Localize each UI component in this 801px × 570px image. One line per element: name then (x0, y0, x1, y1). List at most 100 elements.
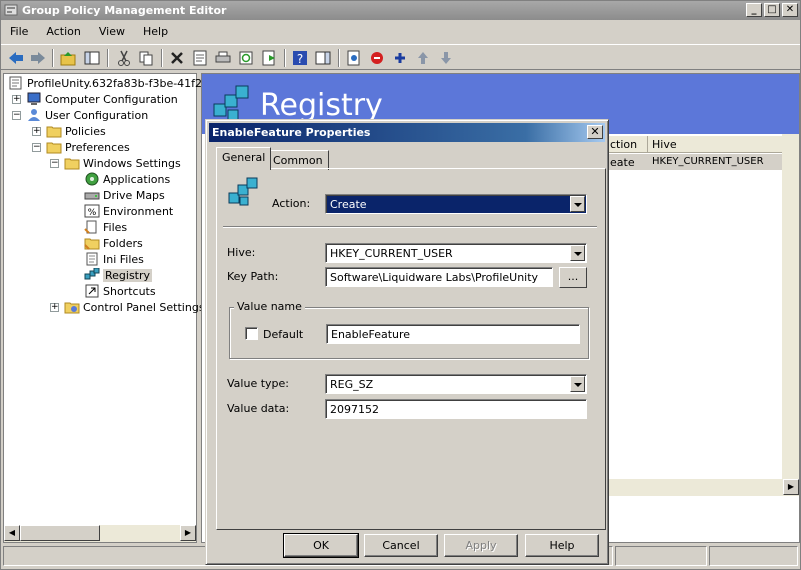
tree-root[interactable]: ProfileUnity.632fa83b-f3be-41f2-b (8, 75, 213, 91)
value-data-input[interactable]: 2097152 (325, 399, 587, 419)
close-icon: ✕ (785, 4, 795, 15)
help-icon[interactable]: ? (291, 49, 309, 67)
expand-policies[interactable]: + (32, 127, 41, 136)
tab-general[interactable]: General (216, 147, 272, 170)
tree-environment[interactable]: % Environment (84, 203, 173, 219)
environment-icon: % (84, 204, 100, 218)
properties-icon[interactable] (191, 49, 209, 67)
status-segment (709, 546, 798, 566)
forward-icon[interactable] (29, 49, 47, 67)
scroll-left-button[interactable]: ◀ (4, 525, 20, 541)
value-type-select[interactable]: REG_SZ (325, 374, 587, 394)
registry-icon (84, 268, 100, 280)
ini-icon (86, 252, 98, 266)
back-icon[interactable] (7, 49, 25, 67)
registry-item-icon (228, 177, 258, 206)
tree-preferences[interactable]: Preferences (46, 139, 130, 155)
copy-icon[interactable] (137, 49, 155, 67)
ok-button[interactable]: OK (283, 533, 359, 558)
move-up-icon[interactable] (414, 49, 432, 67)
window-title: Group Policy Management Editor (22, 4, 227, 17)
status-segment (615, 546, 707, 566)
banner-title: Registry (260, 88, 383, 123)
dialog-close-button[interactable]: ✕ (587, 125, 603, 139)
menu-view[interactable]: View (90, 22, 134, 42)
general-tab-panel: Action: Create Hive: HKEY_CURRENT_USER K… (216, 168, 606, 530)
new-item-icon[interactable] (345, 49, 363, 67)
scroll-right-button[interactable]: ▶ (180, 525, 196, 541)
cancel-button[interactable]: Cancel (364, 534, 438, 557)
properties-dialog: EnableFeature Properties ✕ General Commo… (205, 119, 609, 565)
stop-icon[interactable] (368, 49, 386, 67)
tree-horizontal-scrollbar[interactable]: ◀ ▶ (4, 525, 196, 542)
browse-button[interactable]: ... (559, 267, 587, 288)
collapse-windows-settings[interactable]: − (50, 159, 59, 168)
apply-button[interactable]: Apply (444, 534, 518, 557)
tree-files[interactable]: Files (84, 219, 127, 235)
tree-windows-settings[interactable]: Windows Settings (64, 155, 181, 171)
tree-user-configuration[interactable]: User Configuration (26, 107, 148, 123)
chevron-down-icon[interactable] (570, 376, 585, 392)
tree-policies[interactable]: Policies (46, 123, 106, 139)
scroll-thumb[interactable] (20, 525, 100, 541)
folder-icon (46, 142, 62, 154)
show-hide-tree-icon[interactable] (83, 49, 101, 67)
action-select[interactable]: Create (325, 194, 587, 214)
folder-icon (64, 158, 80, 170)
add-icon[interactable] (391, 49, 409, 67)
registry-list[interactable]: ction Hive eate HKEY_CURRENT_USER (602, 134, 785, 479)
shortcut-icon (85, 284, 99, 298)
refresh-icon[interactable] (237, 49, 255, 67)
tree-drive-maps[interactable]: Drive Maps (84, 187, 165, 203)
default-checkbox[interactable] (245, 327, 258, 340)
folders-icon (84, 238, 100, 250)
expand-control-panel-settings[interactable]: + (50, 303, 59, 312)
menu-bar: File Action View Help (1, 22, 177, 42)
cut-icon[interactable] (115, 49, 133, 67)
collapse-preferences[interactable]: − (32, 143, 41, 152)
tree-folders[interactable]: Folders (84, 235, 143, 251)
expand-computer-configuration[interactable]: + (12, 95, 21, 104)
tree-ini-files[interactable]: Ini Files (84, 251, 144, 267)
title-bar[interactable]: Group Policy Management Editor _ □ ✕ (1, 1, 800, 20)
computer-icon (27, 92, 41, 105)
tree-registry[interactable]: Registry (84, 267, 153, 283)
tree-computer-configuration[interactable]: Computer Configuration (26, 91, 178, 107)
menu-file[interactable]: File (1, 22, 37, 42)
delete-icon[interactable] (168, 49, 186, 67)
value-name-input[interactable]: EnableFeature (326, 324, 580, 344)
gpo-editor-icon (4, 4, 18, 16)
details-vertical-scrollbar[interactable] (782, 134, 799, 492)
row-action-cell[interactable]: eate (606, 154, 648, 170)
chevron-down-icon[interactable] (570, 196, 585, 212)
hive-select[interactable]: HKEY_CURRENT_USER (325, 243, 587, 263)
scroll-right-button[interactable]: ▶ (783, 479, 799, 495)
console-tree[interactable]: ProfileUnity.632fa83b-f3be-41f2-b + Comp… (3, 73, 213, 543)
tab-common[interactable]: Common (267, 150, 329, 170)
minimize-button[interactable]: _ (746, 3, 762, 17)
show-hide-action-pane-icon[interactable] (314, 49, 332, 67)
value-name-group: Value name Default EnableFeature (229, 300, 589, 359)
keypath-input[interactable]: Software\Liquidware Labs\ProfileUnity (325, 267, 553, 287)
maximize-button[interactable]: □ (764, 3, 780, 17)
close-button[interactable]: ✕ (782, 3, 798, 17)
tree-applications[interactable]: Applications (84, 171, 170, 187)
tree-control-panel-settings[interactable]: Control Panel Settings (64, 299, 205, 315)
minimize-icon: _ (751, 4, 757, 15)
menu-action[interactable]: Action (37, 22, 89, 42)
row-hive-cell[interactable]: HKEY_CURRENT_USER (648, 154, 785, 170)
up-folder-icon[interactable] (59, 49, 77, 67)
chevron-down-icon[interactable] (570, 245, 585, 261)
close-icon: ✕ (590, 125, 600, 138)
help-button[interactable]: Help (525, 534, 599, 557)
print-icon[interactable] (214, 49, 232, 67)
column-action[interactable]: ction (606, 136, 648, 153)
column-hive[interactable]: Hive (648, 136, 785, 153)
menu-help[interactable]: Help (134, 22, 177, 42)
move-down-icon[interactable] (437, 49, 455, 67)
tree-shortcuts[interactable]: Shortcuts (84, 283, 156, 299)
dialog-title-bar[interactable]: EnableFeature Properties ✕ (209, 123, 605, 142)
export-list-icon[interactable] (260, 49, 278, 67)
collapse-user-configuration[interactable]: − (12, 111, 21, 120)
details-horizontal-scrollbar[interactable]: ▶ (602, 479, 799, 496)
